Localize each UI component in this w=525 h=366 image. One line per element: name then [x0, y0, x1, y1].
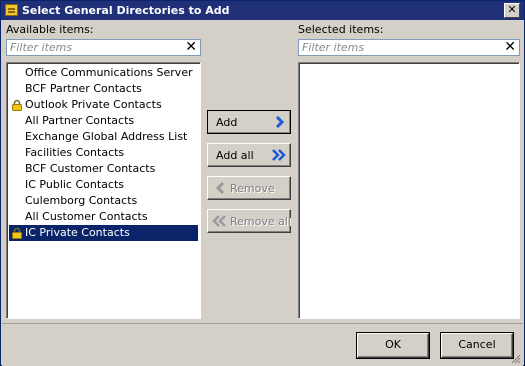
- list-item-label: BCF Customer Contacts: [25, 162, 156, 175]
- selected-items-label: Selected items:: [298, 23, 384, 36]
- title-bar[interactable]: Select General Directories to Add ✕: [1, 1, 524, 20]
- available-filter-field[interactable]: ✕: [6, 39, 201, 56]
- list-item[interactable]: Exchange Global Address List: [9, 129, 198, 145]
- ok-button[interactable]: OK: [357, 333, 429, 358]
- add-button-label: Add: [216, 116, 238, 129]
- double-chevron-right-icon: [272, 149, 286, 161]
- add-all-button[interactable]: Add all: [207, 143, 291, 167]
- selected-filter-clear-icon[interactable]: ✕: [504, 40, 516, 55]
- remove-button-label: Remove: [230, 182, 275, 195]
- list-item-label: Culemborg Contacts: [25, 194, 138, 207]
- list-item-label: Outlook Private Contacts: [25, 98, 162, 111]
- list-item-label: Exchange Global Address List: [25, 130, 188, 143]
- list-item[interactable]: Office Communications Server: [9, 65, 198, 81]
- selected-items-list[interactable]: [298, 62, 520, 319]
- double-chevron-left-icon: [212, 215, 226, 227]
- list-item[interactable]: Outlook Private Contacts: [9, 97, 198, 113]
- dialog-window: Select General Directories to Add ✕ Avai…: [0, 0, 525, 366]
- selected-filter-input[interactable]: [302, 41, 462, 54]
- list-item-label: BCF Partner Contacts: [25, 82, 142, 95]
- list-item[interactable]: IC Private Contacts: [9, 225, 198, 241]
- padlock-icon: [12, 99, 22, 111]
- list-item[interactable]: Facilities Contacts: [9, 145, 198, 161]
- list-item[interactable]: BCF Customer Contacts: [9, 161, 198, 177]
- padlock-icon: [12, 227, 22, 239]
- list-item[interactable]: IC Public Contacts: [9, 177, 198, 193]
- list-item[interactable]: Culemborg Contacts: [9, 193, 198, 209]
- list-item-label: All Partner Contacts: [25, 114, 135, 127]
- list-item-label: IC Private Contacts: [25, 226, 130, 239]
- remove-button[interactable]: Remove: [207, 176, 291, 200]
- remove-all-button[interactable]: Remove all: [207, 209, 291, 233]
- close-button[interactable]: ✕: [504, 3, 520, 18]
- window-title: Select General Directories to Add: [22, 4, 230, 17]
- chevron-left-icon: [215, 181, 225, 195]
- available-filter-input[interactable]: [10, 41, 170, 54]
- cancel-button[interactable]: Cancel: [441, 333, 513, 358]
- list-item-label: Facilities Contacts: [25, 146, 125, 159]
- list-item-label: Office Communications Server: [25, 66, 193, 79]
- available-items-list[interactable]: Office Communications Server BCF Partner …: [6, 62, 201, 319]
- directory-app-icon: [5, 4, 18, 16]
- selected-filter-field[interactable]: ✕: [298, 39, 520, 56]
- available-filter-clear-icon[interactable]: ✕: [185, 40, 197, 55]
- add-button[interactable]: Add: [207, 110, 291, 134]
- remove-all-button-label: Remove all: [230, 215, 291, 228]
- list-item-label: IC Public Contacts: [25, 178, 124, 191]
- list-item-label: All Customer Contacts: [25, 210, 148, 223]
- available-items-label: Available items:: [6, 23, 94, 36]
- list-item[interactable]: All Customer Contacts: [9, 209, 198, 225]
- list-item[interactable]: BCF Partner Contacts: [9, 81, 198, 97]
- chevron-right-icon: [275, 115, 285, 129]
- list-item[interactable]: All Partner Contacts: [9, 113, 198, 129]
- resize-grip-icon[interactable]: [511, 354, 521, 364]
- add-all-button-label: Add all: [216, 149, 254, 162]
- dialog-button-bar: OK Cancel: [2, 323, 523, 366]
